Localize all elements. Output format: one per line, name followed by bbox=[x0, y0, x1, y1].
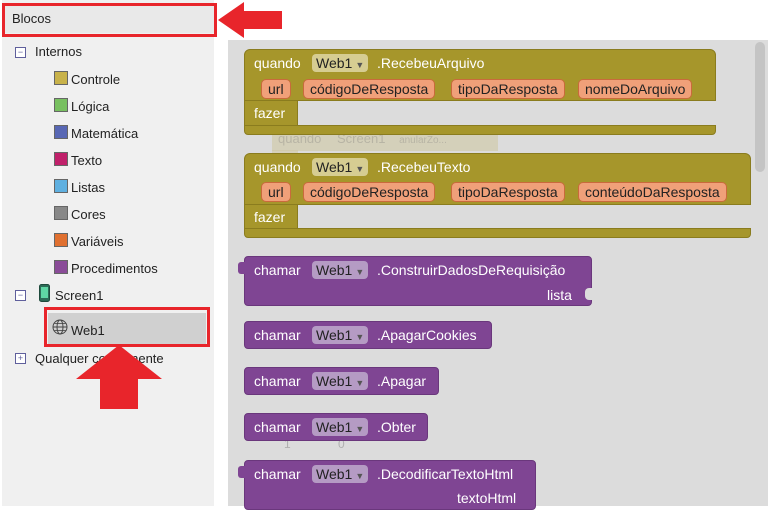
red-arrow-up-icon bbox=[76, 345, 162, 409]
param-response-code[interactable]: códigoDeResposta bbox=[303, 79, 436, 99]
do-section: fazer bbox=[244, 100, 298, 126]
output-tab bbox=[238, 262, 246, 274]
param-url[interactable]: url bbox=[261, 182, 291, 202]
param-url[interactable]: url bbox=[261, 79, 291, 99]
argument-label: textoHtml bbox=[457, 490, 517, 506]
phone-icon bbox=[39, 284, 50, 302]
highlight-box-web1 bbox=[44, 307, 210, 347]
method-name: .Obter bbox=[377, 419, 416, 435]
dropdown-arrow-icon: ▼ bbox=[355, 471, 365, 481]
do-keyword: fazer bbox=[254, 105, 286, 121]
component-name: Web1 bbox=[316, 466, 353, 482]
component-dropdown[interactable]: Web1 ▼ bbox=[312, 418, 369, 436]
call-keyword: chamar bbox=[254, 327, 301, 343]
argument-label: lista bbox=[547, 287, 572, 303]
call-block-clear-cookies[interactable]: chamar Web1 ▼ .ApagarCookies bbox=[244, 321, 492, 349]
logica-swatch-icon bbox=[54, 98, 68, 112]
highlight-box-blocks-header bbox=[2, 3, 217, 37]
do-section: fazer bbox=[244, 204, 298, 229]
component-dropdown[interactable]: Web1 ▼ bbox=[312, 465, 369, 483]
input-socket bbox=[585, 288, 593, 300]
method-name: .DecodificarTextoHtml bbox=[377, 466, 514, 482]
component-name: Web1 bbox=[316, 262, 353, 278]
event-keyword: quando bbox=[254, 159, 301, 175]
dropdown-arrow-icon: ▼ bbox=[355, 332, 365, 342]
event-block-foot bbox=[244, 228, 751, 238]
tree-label-listas: Listas bbox=[71, 180, 105, 195]
event-keyword: quando bbox=[254, 55, 301, 71]
cores-swatch-icon bbox=[54, 206, 68, 220]
dropdown-arrow-icon: ▼ bbox=[355, 60, 365, 70]
event-name: .RecebeuTexto bbox=[377, 159, 471, 175]
blocks-panel: Blocos − Internos Controle Lógica Matemá… bbox=[2, 0, 214, 506]
component-name: Web1 bbox=[316, 419, 353, 435]
param-response-code[interactable]: códigoDeResposta bbox=[303, 182, 436, 202]
component-name: Web1 bbox=[316, 327, 353, 343]
event-name: .RecebeuArquivo bbox=[377, 55, 485, 71]
workspace-scrollbar[interactable] bbox=[755, 42, 765, 172]
tree-label-texto: Texto bbox=[71, 153, 103, 168]
param-response-type[interactable]: tipoDaResposta bbox=[451, 79, 565, 99]
component-dropdown[interactable]: Web1 ▼ bbox=[312, 372, 369, 390]
variaveis-swatch-icon bbox=[54, 233, 68, 247]
event-block-received-text-head: quando Web1 ▼ .RecebeuTexto url códigoDeR… bbox=[244, 153, 751, 205]
param-file-name[interactable]: nomeDoArquivo bbox=[578, 79, 693, 99]
tree-item-internos[interactable]: Internos bbox=[35, 42, 82, 62]
component-dropdown[interactable]: Web1 ▼ bbox=[312, 261, 369, 279]
tree-label-logica: Lógica bbox=[71, 99, 110, 114]
red-arrow-left-icon bbox=[218, 2, 282, 38]
tree-label-controle: Controle bbox=[71, 72, 121, 87]
dropdown-arrow-icon: ▼ bbox=[355, 164, 365, 174]
method-name: .Apagar bbox=[377, 373, 427, 389]
matematica-swatch-icon bbox=[54, 125, 68, 139]
ghost-event: anularZo... bbox=[399, 135, 447, 146]
component-name: Web1 bbox=[316, 159, 353, 175]
component-name: Web1 bbox=[316, 55, 353, 71]
texto-swatch-icon bbox=[54, 152, 68, 166]
component-dropdown[interactable]: Web1 ▼ bbox=[312, 158, 369, 176]
call-keyword: chamar bbox=[254, 262, 301, 278]
tree-label-cores: Cores bbox=[71, 207, 106, 222]
do-keyword: fazer bbox=[254, 209, 286, 225]
event-block-received-file-head: quando Web1 ▼ .RecebeuArquivo url códigoD… bbox=[244, 49, 716, 101]
collapse-toggle-screen1[interactable]: − bbox=[15, 290, 26, 301]
call-keyword: chamar bbox=[254, 466, 301, 482]
dropdown-arrow-icon: ▼ bbox=[355, 378, 365, 388]
listas-swatch-icon bbox=[54, 179, 68, 193]
call-block-get[interactable]: chamar Web1 ▼ .Obter bbox=[244, 413, 428, 441]
component-dropdown[interactable]: Web1 ▼ bbox=[312, 326, 369, 344]
tree-label-variaveis: Variáveis bbox=[71, 234, 124, 249]
method-name: .ConstruirDadosDeRequisição bbox=[377, 262, 566, 278]
method-name: .ApagarCookies bbox=[377, 327, 477, 343]
controle-swatch-icon bbox=[54, 71, 68, 85]
call-keyword: chamar bbox=[254, 373, 301, 389]
event-block-foot bbox=[244, 125, 716, 135]
expand-toggle-any-component[interactable]: + bbox=[15, 353, 26, 364]
call-block-delete[interactable]: chamar Web1 ▼ .Apagar bbox=[244, 367, 439, 395]
call-block-decode-html-text[interactable]: chamar Web1 ▼ .DecodificarTextoHtml texto… bbox=[244, 460, 536, 510]
tree-label-screen1: Screen1 bbox=[55, 288, 104, 303]
dropdown-arrow-icon: ▼ bbox=[355, 424, 365, 434]
procedimentos-swatch-icon bbox=[54, 260, 68, 274]
tree-label-procedimentos: Procedimentos bbox=[71, 261, 158, 276]
dropdown-arrow-icon: ▼ bbox=[355, 267, 365, 277]
call-block-build-request-data[interactable]: chamar Web1 ▼ .ConstruirDadosDeRequisição… bbox=[244, 256, 592, 306]
component-name: Web1 bbox=[316, 373, 353, 389]
param-response-content[interactable]: conteúdoDaResposta bbox=[578, 182, 727, 202]
output-tab bbox=[238, 466, 246, 478]
component-dropdown[interactable]: Web1 ▼ bbox=[312, 54, 369, 72]
param-response-type[interactable]: tipoDaResposta bbox=[451, 182, 565, 202]
call-keyword: chamar bbox=[254, 419, 301, 435]
tree-label-matematica: Matemática bbox=[71, 126, 139, 141]
collapse-toggle-internos[interactable]: − bbox=[15, 47, 26, 58]
